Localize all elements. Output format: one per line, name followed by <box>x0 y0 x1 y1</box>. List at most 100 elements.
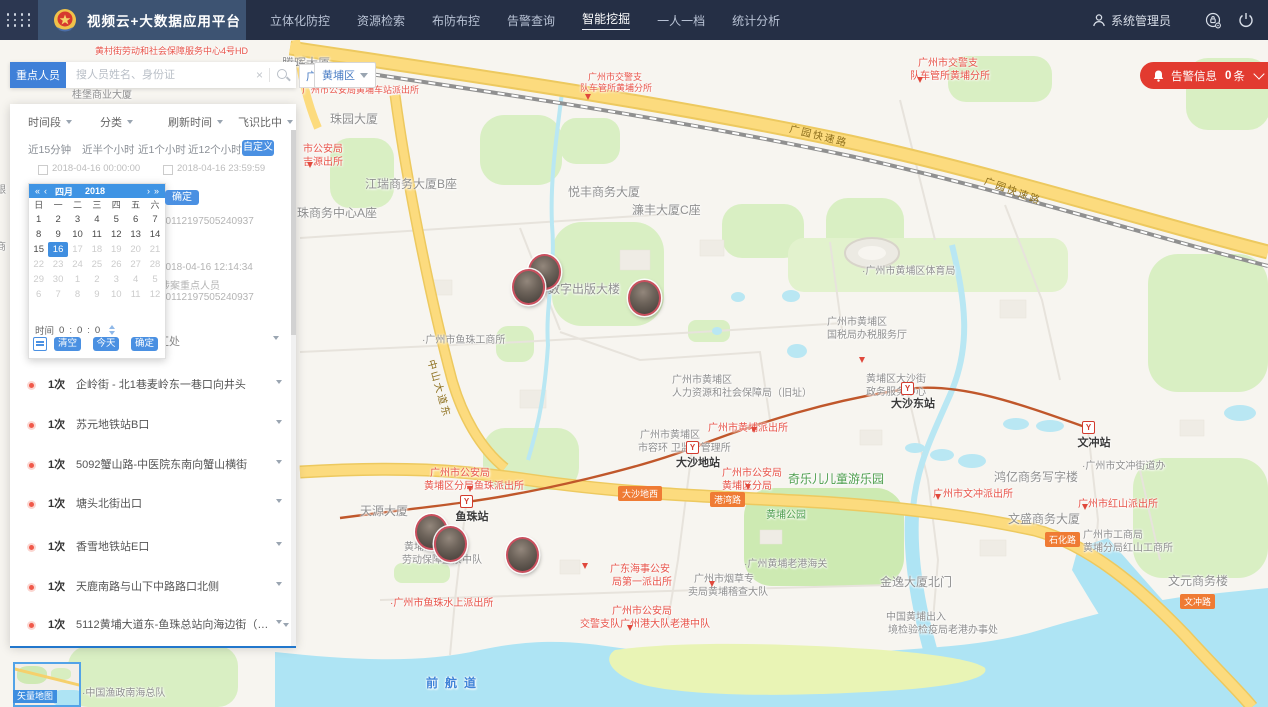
quick-time-0[interactable]: 近15分钟 <box>28 142 71 157</box>
calendar-day[interactable]: 6 <box>126 212 145 227</box>
calendar-day[interactable]: 29 <box>29 272 48 287</box>
calendar-month[interactable]: 四月 <box>55 185 73 198</box>
calendar-day[interactable]: 14 <box>145 227 164 242</box>
today-button[interactable]: 今天 <box>93 337 119 351</box>
expand-caret-icon[interactable] <box>276 542 282 546</box>
clear-button[interactable]: 清空 <box>54 337 81 351</box>
nav-item-0[interactable]: 立体化防控 <box>270 12 330 29</box>
calendar-day[interactable]: 6 <box>29 287 48 302</box>
list-item[interactable]: 1次香雪地铁站E口 <box>10 540 296 570</box>
quick-time-1[interactable]: 近半个小时 <box>82 142 135 157</box>
person-photo-marker[interactable] <box>512 269 545 305</box>
prev-month-button[interactable]: ‹ <box>44 186 47 196</box>
calendar-side-confirm-button[interactable]: 确定 <box>165 190 199 205</box>
calendar-day[interactable]: 3 <box>107 272 126 287</box>
calendar-day-selected[interactable]: 16 <box>48 242 67 257</box>
expand-caret-icon[interactable] <box>276 420 282 424</box>
nav-item-5[interactable]: 一人一档 <box>657 12 705 29</box>
nav-item-4[interactable]: 智能挖掘 <box>582 10 630 30</box>
quick-time-2[interactable]: 近1个小时 <box>138 142 186 157</box>
calendar-day[interactable]: 13 <box>126 227 145 242</box>
list-item[interactable]: 1次苏元地铁站B口 <box>10 418 296 448</box>
expand-caret-icon[interactable] <box>276 380 282 384</box>
calendar-day[interactable]: 2 <box>48 212 67 227</box>
scroll-down-icon[interactable] <box>283 623 289 627</box>
list-item[interactable]: 1次企岭街 - 北1巷麦岭东一巷口向井头 <box>10 378 296 408</box>
time-minute[interactable]: 0 <box>77 325 82 336</box>
calendar-day[interactable]: 26 <box>107 257 126 272</box>
nav-item-6[interactable]: 统计分析 <box>732 12 780 29</box>
calendar-day[interactable]: 19 <box>107 242 126 257</box>
expand-caret-icon[interactable] <box>276 499 282 503</box>
person-photo-marker[interactable] <box>434 526 467 562</box>
apps-grid-icon[interactable] <box>0 0 38 40</box>
focus-person-tag[interactable]: 重点人员 <box>10 62 66 88</box>
next-year-button[interactable]: » <box>154 186 159 196</box>
minimap-label[interactable]: 矢量地图 <box>13 690 57 703</box>
calendar-day[interactable]: 1 <box>68 272 87 287</box>
filter-dropdown-0[interactable]: 时间段 <box>28 114 72 130</box>
scrollbar-thumb[interactable] <box>291 130 296 335</box>
calendar-day[interactable]: 21 <box>145 242 164 257</box>
calendar-day[interactable]: 22 <box>29 257 48 272</box>
calendar-day[interactable]: 4 <box>126 272 145 287</box>
list-item[interactable]: 1次塘头北街出口 <box>10 497 296 527</box>
calendar-day[interactable]: 10 <box>68 227 87 242</box>
end-date-checkbox[interactable] <box>163 165 173 175</box>
list-item[interactable]: 1次5112黄埔大道东-鱼珠总站向海边街（全） <box>10 618 296 648</box>
time-hour[interactable]: 0 <box>59 325 64 336</box>
district-dropdown[interactable]: 黄埔区 <box>314 62 376 88</box>
calendar-day[interactable]: 1 <box>29 212 48 227</box>
alert-banner[interactable]: 告警信息 0 条 <box>1140 62 1268 89</box>
calendar-day[interactable]: 12 <box>107 227 126 242</box>
expand-caret-icon[interactable] <box>276 582 282 586</box>
start-date-checkbox[interactable] <box>38 165 48 175</box>
calendar-grid-icon[interactable] <box>33 337 47 351</box>
calendar-day[interactable]: 10 <box>107 287 126 302</box>
hidden-item-caret[interactable] <box>273 336 279 340</box>
calendar-day[interactable]: 30 <box>48 272 67 287</box>
calendar-day[interactable]: 5 <box>145 272 164 287</box>
calendar-day[interactable]: 4 <box>87 212 106 227</box>
calendar-day[interactable]: 20 <box>126 242 145 257</box>
calendar-day[interactable]: 3 <box>68 212 87 227</box>
confirm-button[interactable]: 确定 <box>131 337 158 351</box>
time-spinner[interactable] <box>109 325 115 335</box>
user-menu[interactable]: 系统管理员 <box>1092 12 1171 29</box>
start-date-value[interactable]: 2018-04-16 00:00:00 <box>52 163 140 174</box>
calendar-day[interactable]: 25 <box>87 257 106 272</box>
list-item[interactable]: 1次天鹿南路与山下中路路口北侧 <box>10 580 296 610</box>
expand-caret-icon[interactable] <box>276 620 282 624</box>
calendar-day[interactable]: 9 <box>87 287 106 302</box>
nav-item-1[interactable]: 资源检索 <box>357 12 405 29</box>
next-month-button[interactable]: › <box>147 186 150 196</box>
calendar-day[interactable]: 27 <box>126 257 145 272</box>
custom-range-button[interactable]: 自定义 <box>242 140 274 156</box>
prev-year-button[interactable]: « <box>35 186 40 196</box>
logout-button[interactable] <box>1238 12 1254 28</box>
calendar-year[interactable]: 2018 <box>85 186 105 196</box>
calendar-day[interactable]: 11 <box>87 227 106 242</box>
nav-item-3[interactable]: 告警查询 <box>507 12 555 29</box>
filter-dropdown-1[interactable]: 分类 <box>100 114 133 130</box>
calendar-day[interactable]: 9 <box>48 227 67 242</box>
calendar-day[interactable]: 7 <box>48 287 67 302</box>
calendar-day[interactable]: 8 <box>68 287 87 302</box>
calendar-day[interactable]: 15 <box>29 242 48 257</box>
calendar-day[interactable]: 2 <box>87 272 106 287</box>
search-input[interactable] <box>66 69 250 81</box>
calendar-day[interactable]: 5 <box>107 212 126 227</box>
person-photo-marker[interactable] <box>628 280 661 316</box>
calendar-day[interactable]: 11 <box>126 287 145 302</box>
person-photo-marker[interactable] <box>506 537 539 573</box>
clear-icon[interactable]: × <box>250 68 269 82</box>
calendar-day[interactable]: 8 <box>29 227 48 242</box>
calendar-day[interactable]: 23 <box>48 257 67 272</box>
nav-item-2[interactable]: 布防布控 <box>432 12 480 29</box>
calendar-day[interactable]: 24 <box>68 257 87 272</box>
end-date-value[interactable]: 2018-04-16 23:59:59 <box>177 163 265 174</box>
time-second[interactable]: 0 <box>95 325 100 336</box>
filter-dropdown-2[interactable]: 刷新时间 <box>168 114 223 130</box>
calendar-day[interactable]: 12 <box>145 287 164 302</box>
search-icon[interactable] <box>270 62 296 88</box>
